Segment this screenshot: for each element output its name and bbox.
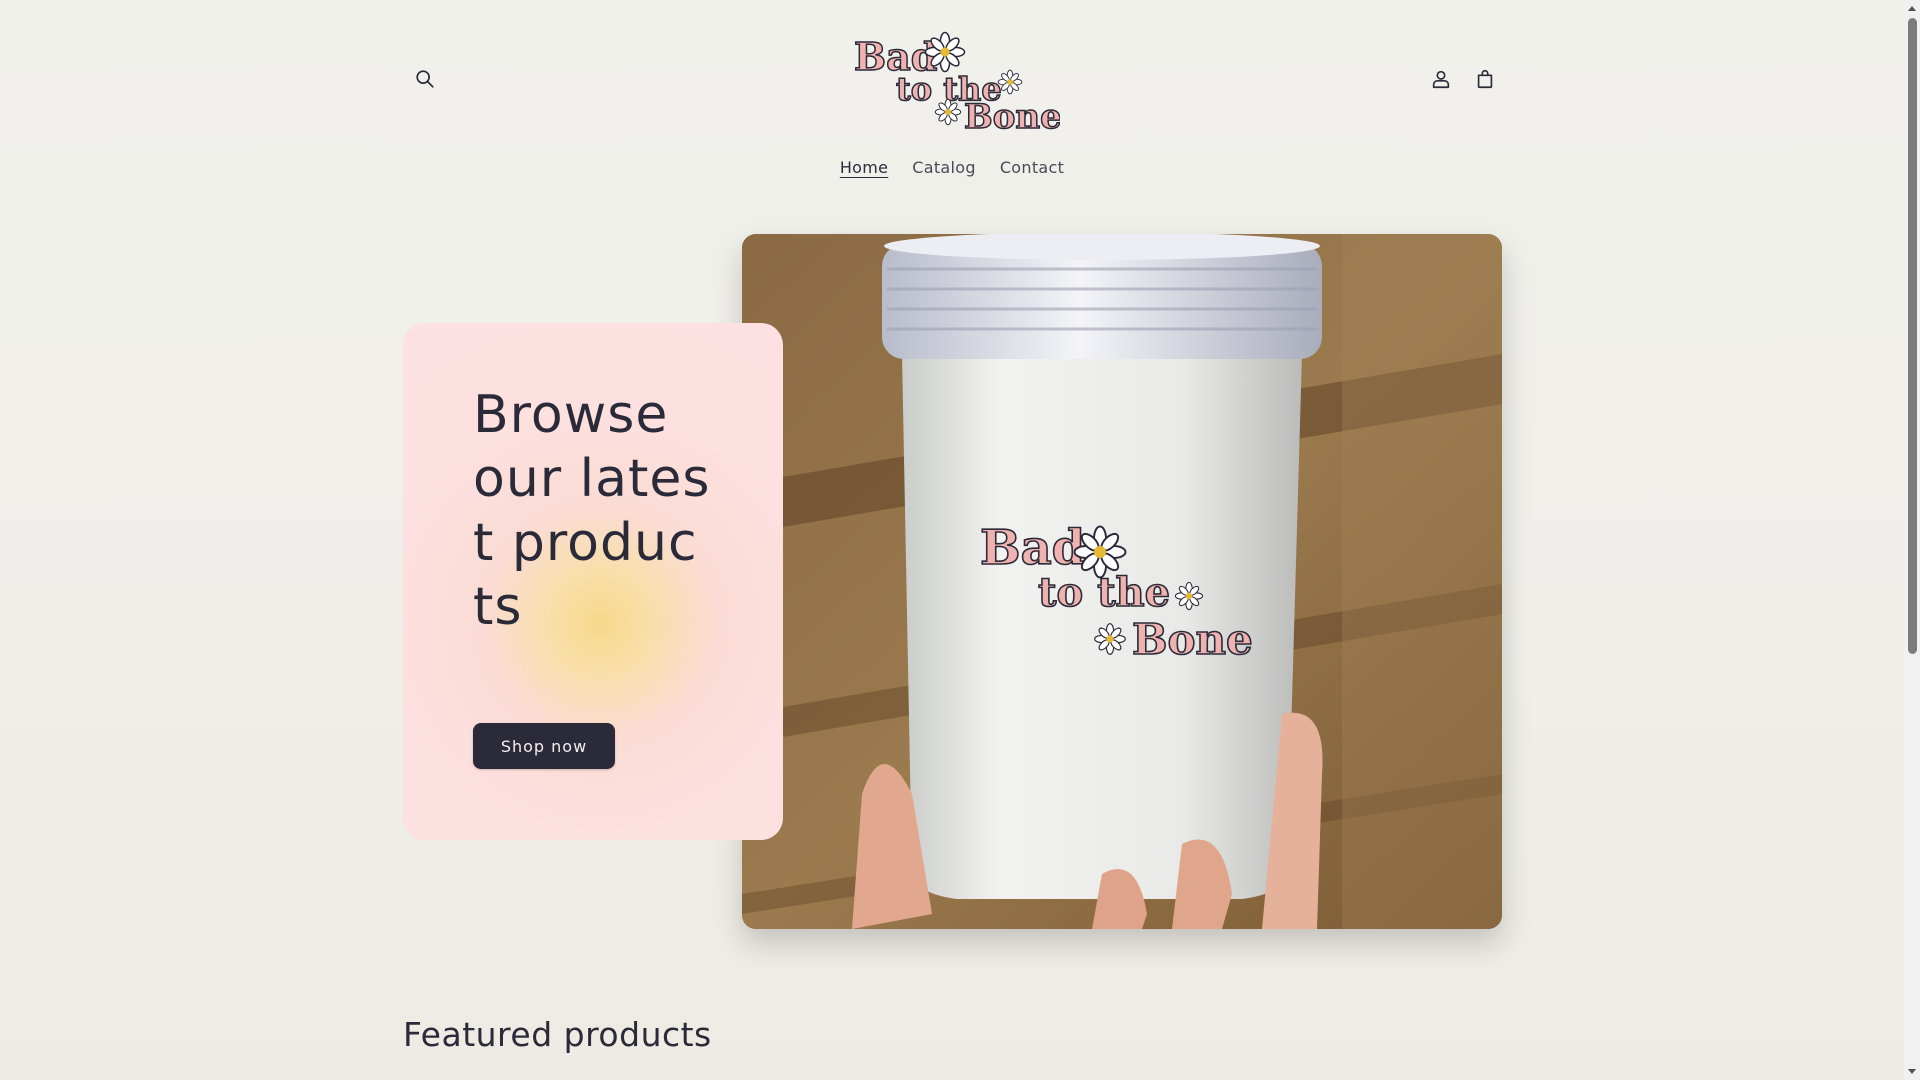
hero-image: Bad to the Bone [742, 234, 1502, 929]
jar-logo-line-1: Bad [980, 520, 1085, 576]
daisy-icon [1174, 581, 1204, 611]
daisy-icon [924, 31, 966, 73]
search-icon[interactable] [405, 59, 445, 99]
daisy-icon [1094, 623, 1126, 655]
logo-line-3: Bone [964, 97, 1060, 132]
daisy-icon [997, 69, 1023, 95]
daisy-icon [1073, 525, 1127, 579]
user-icon[interactable] [1421, 59, 1461, 99]
hero-title: Browse our latest products [473, 385, 711, 637]
scroll-up-icon[interactable] [1904, 0, 1920, 16]
hero-text-card: Browse our latest products Shop now [403, 323, 783, 840]
nav-catalog[interactable]: Catalog [912, 158, 976, 177]
cart-icon[interactable] [1465, 59, 1505, 99]
vertical-scrollbar[interactable] [1904, 0, 1920, 1080]
featured-products-heading: Featured products [403, 1015, 712, 1054]
main-nav: Home Catalog Contact [0, 158, 1904, 177]
nav-contact[interactable]: Contact [1000, 158, 1064, 177]
brand-logo[interactable]: Bad to the Bone [850, 22, 1060, 132]
daisy-icon [934, 98, 962, 126]
shop-now-button[interactable]: Shop now [473, 723, 615, 769]
jar-logo-line-3: Bone [1132, 615, 1253, 664]
nav-home[interactable]: Home [840, 158, 888, 177]
scroll-thumb[interactable] [1908, 18, 1917, 654]
page: Bad to the Bone Home Catalog Contact Bad… [0, 0, 1904, 1080]
scroll-down-icon[interactable] [1904, 1064, 1920, 1080]
